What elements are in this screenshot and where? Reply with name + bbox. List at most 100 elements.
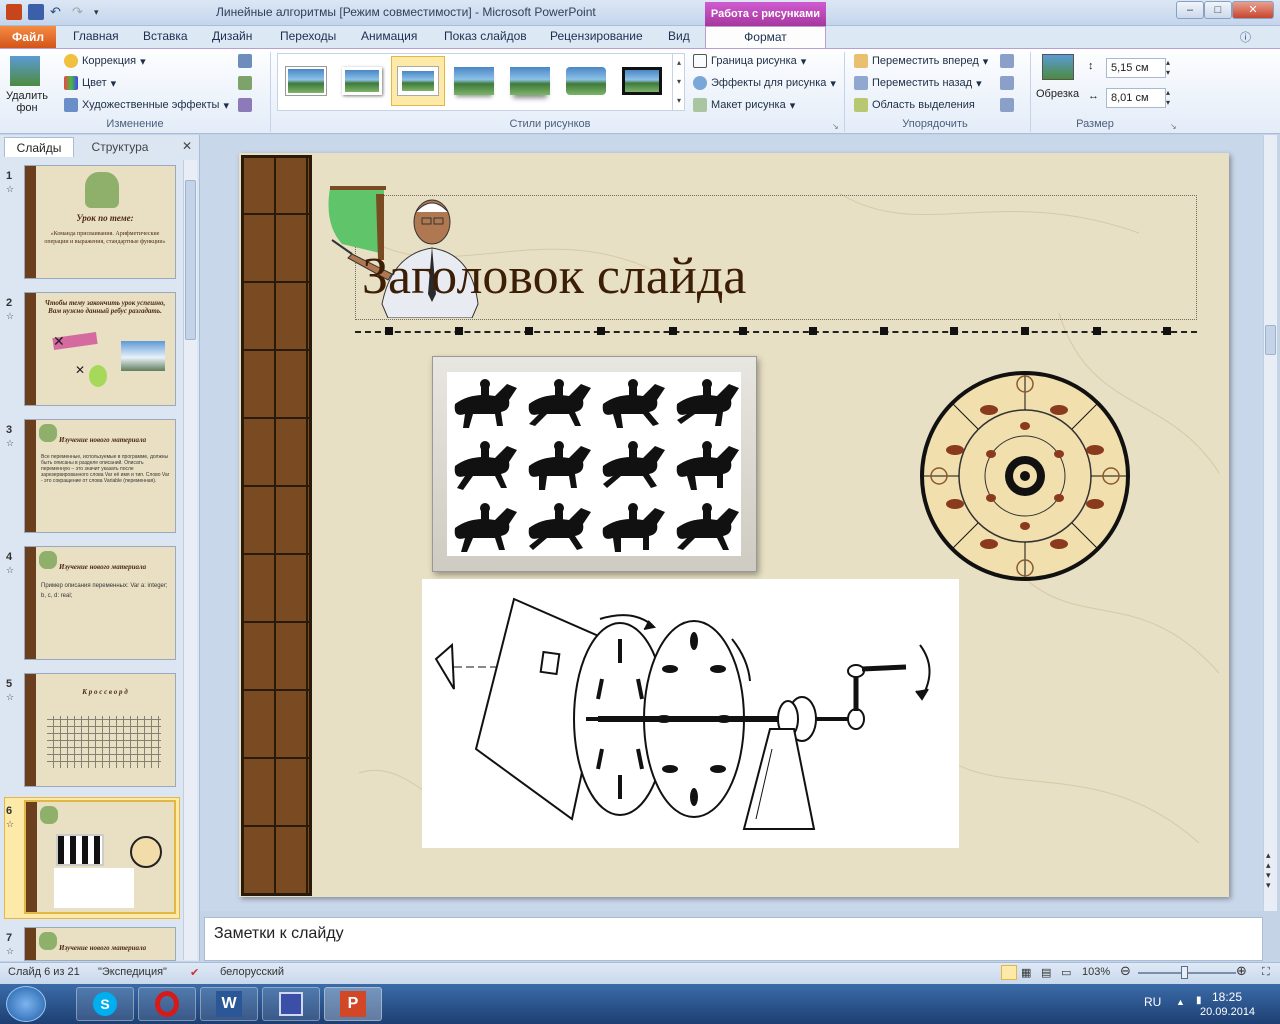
scrollbar-thumb[interactable] xyxy=(185,180,196,340)
group-icon[interactable] xyxy=(1000,76,1014,90)
crop-button[interactable]: Обрезка xyxy=(1036,88,1079,100)
slide-counter: Слайд 6 из 21 xyxy=(8,966,80,978)
start-button[interactable] xyxy=(6,986,46,1022)
width-field[interactable]: 8,01 см xyxy=(1106,88,1166,108)
remove-background-icon[interactable] xyxy=(10,56,40,86)
language-indicator[interactable]: белорусский xyxy=(220,966,284,978)
tab-file[interactable]: Файл xyxy=(0,26,56,48)
picture-style-2[interactable] xyxy=(335,56,389,106)
notes-pane[interactable] xyxy=(204,917,1263,961)
dialog-launcher-icon[interactable]: ↘ xyxy=(1170,122,1177,131)
tray-expand-icon[interactable]: ▲ xyxy=(1176,997,1185,1007)
slide-thumbnail-7[interactable]: Изучение нового материала xyxy=(24,927,176,961)
tab-view[interactable]: Вид xyxy=(668,29,690,43)
tab-transitions[interactable]: Переходы xyxy=(280,29,336,43)
spellcheck-icon[interactable]: ✔ xyxy=(190,966,199,979)
picture-border-button[interactable]: Граница рисунка ▾ xyxy=(693,54,806,68)
slide-number: 6 xyxy=(6,805,13,817)
crop-icon[interactable] xyxy=(1042,54,1074,80)
color-button[interactable]: Цвет ▾ xyxy=(64,76,116,90)
close-pane-icon[interactable]: ✕ xyxy=(182,139,192,153)
zoom-out-button[interactable]: ⊖ xyxy=(1120,963,1131,979)
remove-background-button[interactable]: Удалить фон xyxy=(4,90,50,114)
tab-animation[interactable]: Анимация xyxy=(361,29,417,43)
slide-thumbnail-1[interactable]: Урок по теме: «Команда присваивания. Ари… xyxy=(24,165,176,279)
compress-pictures-icon[interactable] xyxy=(238,54,252,68)
styles-gallery-scroll[interactable]: ▴ ▾ ▾ xyxy=(672,53,685,111)
keyboard-language[interactable]: RU xyxy=(1144,995,1161,1009)
slide-vertical-scrollbar[interactable] xyxy=(1263,135,1277,911)
clock-time[interactable]: 18:25 xyxy=(1212,990,1242,1004)
clock-date[interactable]: 20.09.2014 xyxy=(1200,1006,1255,1018)
send-backward-button[interactable]: Переместить назад ▾ xyxy=(854,76,982,90)
bring-forward-button[interactable]: Переместить вперед ▾ xyxy=(854,54,988,68)
slide-sorter-icon[interactable]: ▦ xyxy=(1021,966,1031,979)
slide-thumbnail-3[interactable]: Изучение нового материала Все переменные… xyxy=(24,419,176,533)
undo-icon[interactable]: ↶ xyxy=(50,4,66,20)
taskbar-skype[interactable]: S xyxy=(76,987,134,1021)
scrollbar-thumb[interactable] xyxy=(1265,325,1276,355)
rotate-icon[interactable] xyxy=(1000,98,1014,112)
horse-sequence-picture[interactable] xyxy=(447,372,741,556)
slide-thumbnail-4[interactable]: Изучение нового материала Пример описани… xyxy=(24,546,176,660)
transition-star-icon: ☆ xyxy=(6,438,15,448)
slide-thumbnail-5[interactable]: К р о с с в о р д xyxy=(24,673,176,787)
width-spinner[interactable]: ▴ ▾ xyxy=(1166,88,1170,108)
picture-style-5[interactable] xyxy=(503,56,557,106)
notes-placeholder[interactable]: Заметки к слайду xyxy=(214,925,344,943)
taskbar-word[interactable]: W xyxy=(200,987,258,1021)
align-icon[interactable] xyxy=(1000,54,1014,68)
slideshow-view-icon[interactable]: ▭ xyxy=(1061,966,1071,979)
help-icon[interactable]: ⓘ xyxy=(1240,29,1251,45)
change-picture-icon[interactable] xyxy=(238,76,252,90)
artistic-effects-button[interactable]: Художественные эффекты ▾ xyxy=(64,98,229,112)
arrange-group-label: Упорядочить xyxy=(902,118,968,130)
taskbar-opera[interactable] xyxy=(138,987,196,1021)
taskbar-powerpoint[interactable]: P xyxy=(324,987,382,1021)
tab-outline[interactable]: Структура xyxy=(76,137,164,157)
tab-design[interactable]: Дизайн xyxy=(212,29,252,43)
slide-title[interactable]: Заголовок слайда xyxy=(362,247,746,306)
maximize-button[interactable]: □ xyxy=(1204,1,1232,19)
picture-style-6[interactable] xyxy=(559,56,613,106)
dialog-launcher-icon[interactable]: ↘ xyxy=(832,122,839,131)
picture-layout-button[interactable]: Макет рисунка ▾ xyxy=(693,98,795,112)
picture-effects-button[interactable]: Эффекты для рисунка ▾ xyxy=(693,76,836,90)
powerpoint-app-icon[interactable] xyxy=(6,4,22,20)
fit-to-window-icon[interactable]: ⛶ xyxy=(1262,966,1270,979)
reading-view-icon[interactable]: ▤ xyxy=(1041,966,1051,979)
close-button[interactable]: ✕ xyxy=(1232,1,1274,19)
zoom-level[interactable]: 103% xyxy=(1082,966,1110,978)
redo-icon[interactable]: ↷ xyxy=(72,4,88,20)
picture-style-4[interactable] xyxy=(447,56,501,106)
minimize-button[interactable]: – xyxy=(1176,1,1204,19)
divider-dot xyxy=(669,327,677,335)
phenakistoscope-drawing[interactable] xyxy=(422,579,959,848)
normal-view-icon[interactable] xyxy=(1001,965,1017,980)
slide-thumbnail-6[interactable] xyxy=(24,800,176,914)
reset-picture-icon[interactable] xyxy=(238,98,252,112)
picture-style-1[interactable] xyxy=(279,56,333,106)
slides-pane-scrollbar[interactable] xyxy=(183,160,197,960)
tab-format[interactable]: Формат xyxy=(705,26,826,48)
slide-thumbnail-2[interactable]: Чтобы тему закончить урок успешно, Вам н… xyxy=(24,292,176,406)
tab-slides[interactable]: Слайды xyxy=(4,137,74,157)
tab-insert[interactable]: Вставка xyxy=(143,29,188,43)
selection-pane-button[interactable]: Область выделения xyxy=(854,98,975,112)
height-spinner[interactable]: ▴ ▾ xyxy=(1166,58,1170,78)
network-icon[interactable]: ▮ xyxy=(1196,995,1202,1006)
picture-style-3[interactable] xyxy=(391,56,445,106)
correction-button[interactable]: Коррекция ▾ xyxy=(64,54,146,68)
picture-style-7[interactable] xyxy=(615,56,669,106)
height-field[interactable]: 5,15 см xyxy=(1106,58,1166,78)
zoom-slider-thumb[interactable] xyxy=(1181,966,1188,979)
tab-home[interactable]: Главная xyxy=(73,29,119,43)
zoom-in-button[interactable]: ⊕ xyxy=(1236,963,1247,979)
customize-qat-icon[interactable]: ▾ xyxy=(94,4,110,20)
save-icon[interactable] xyxy=(28,4,44,20)
tab-review[interactable]: Рецензирование xyxy=(550,29,643,43)
tab-slideshow[interactable]: Показ слайдов xyxy=(444,29,527,43)
zoetrope-disk-picture[interactable] xyxy=(919,370,1131,582)
prev-next-slide-buttons[interactable]: ▴ ▴ ▾ ▾ xyxy=(1266,850,1271,890)
taskbar-floppy[interactable] xyxy=(262,987,320,1021)
